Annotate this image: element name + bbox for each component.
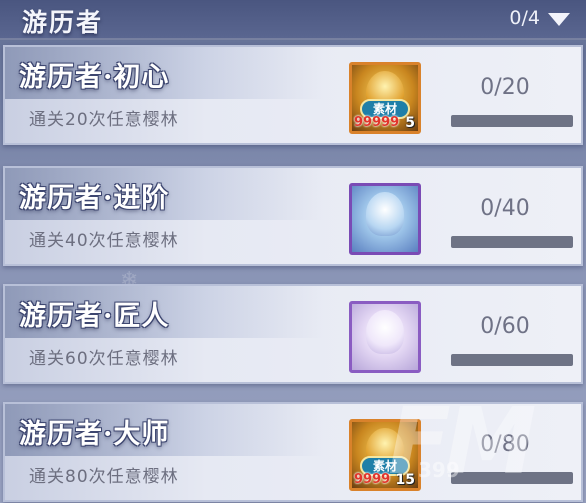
quest-description: 通关80次任意樱林 [29, 467, 179, 487]
quest-progress-bar [451, 236, 573, 248]
quest-description: 通关20次任意樱林 [29, 110, 179, 130]
quest-card[interactable]: 游历者·初心 通关20次任意樱林 素材 99999 5 0/20 [3, 45, 583, 145]
quest-title: 游历者·匠人 [19, 301, 170, 332]
reward-character-art [366, 192, 404, 236]
quest-progress-bar [451, 354, 573, 366]
watermark-text: 399 [418, 458, 460, 482]
reward-amount: 99999 [354, 115, 400, 130]
reward-amount: 9999 [354, 472, 391, 487]
quest-title: 游历者·初心 [19, 62, 170, 93]
quest-card[interactable]: 游历者·匠人 通关60次任意樱林 0/60 [3, 284, 583, 384]
quest-description: 通关60次任意樱林 [29, 349, 179, 369]
reward-count: 5 [405, 115, 415, 131]
reward-item-icon[interactable]: 素材 99999 5 [349, 62, 421, 134]
quest-progress-text: 0/40 [480, 196, 530, 221]
quest-description: 通关40次任意樱林 [29, 231, 179, 251]
quest-title: 游历者·大师 [19, 419, 170, 450]
section-progress-count: 0/4 [509, 7, 540, 29]
quest-progress-bar [451, 115, 573, 127]
triangle-down-icon[interactable] [548, 13, 570, 26]
reward-item-icon[interactable] [349, 183, 421, 255]
section-header[interactable]: 游历者 0/4 [0, 0, 586, 40]
quest-progress-text: 0/60 [480, 314, 530, 339]
section-title: 游历者 [22, 8, 104, 37]
quest-progress-text: 0/20 [480, 75, 530, 100]
reward-character-art [366, 310, 404, 354]
reward-item-icon[interactable] [349, 301, 421, 373]
quest-title: 游历者·进阶 [19, 183, 170, 214]
quest-card[interactable]: 游历者·进阶 通关40次任意樱林 0/40 [3, 166, 583, 266]
